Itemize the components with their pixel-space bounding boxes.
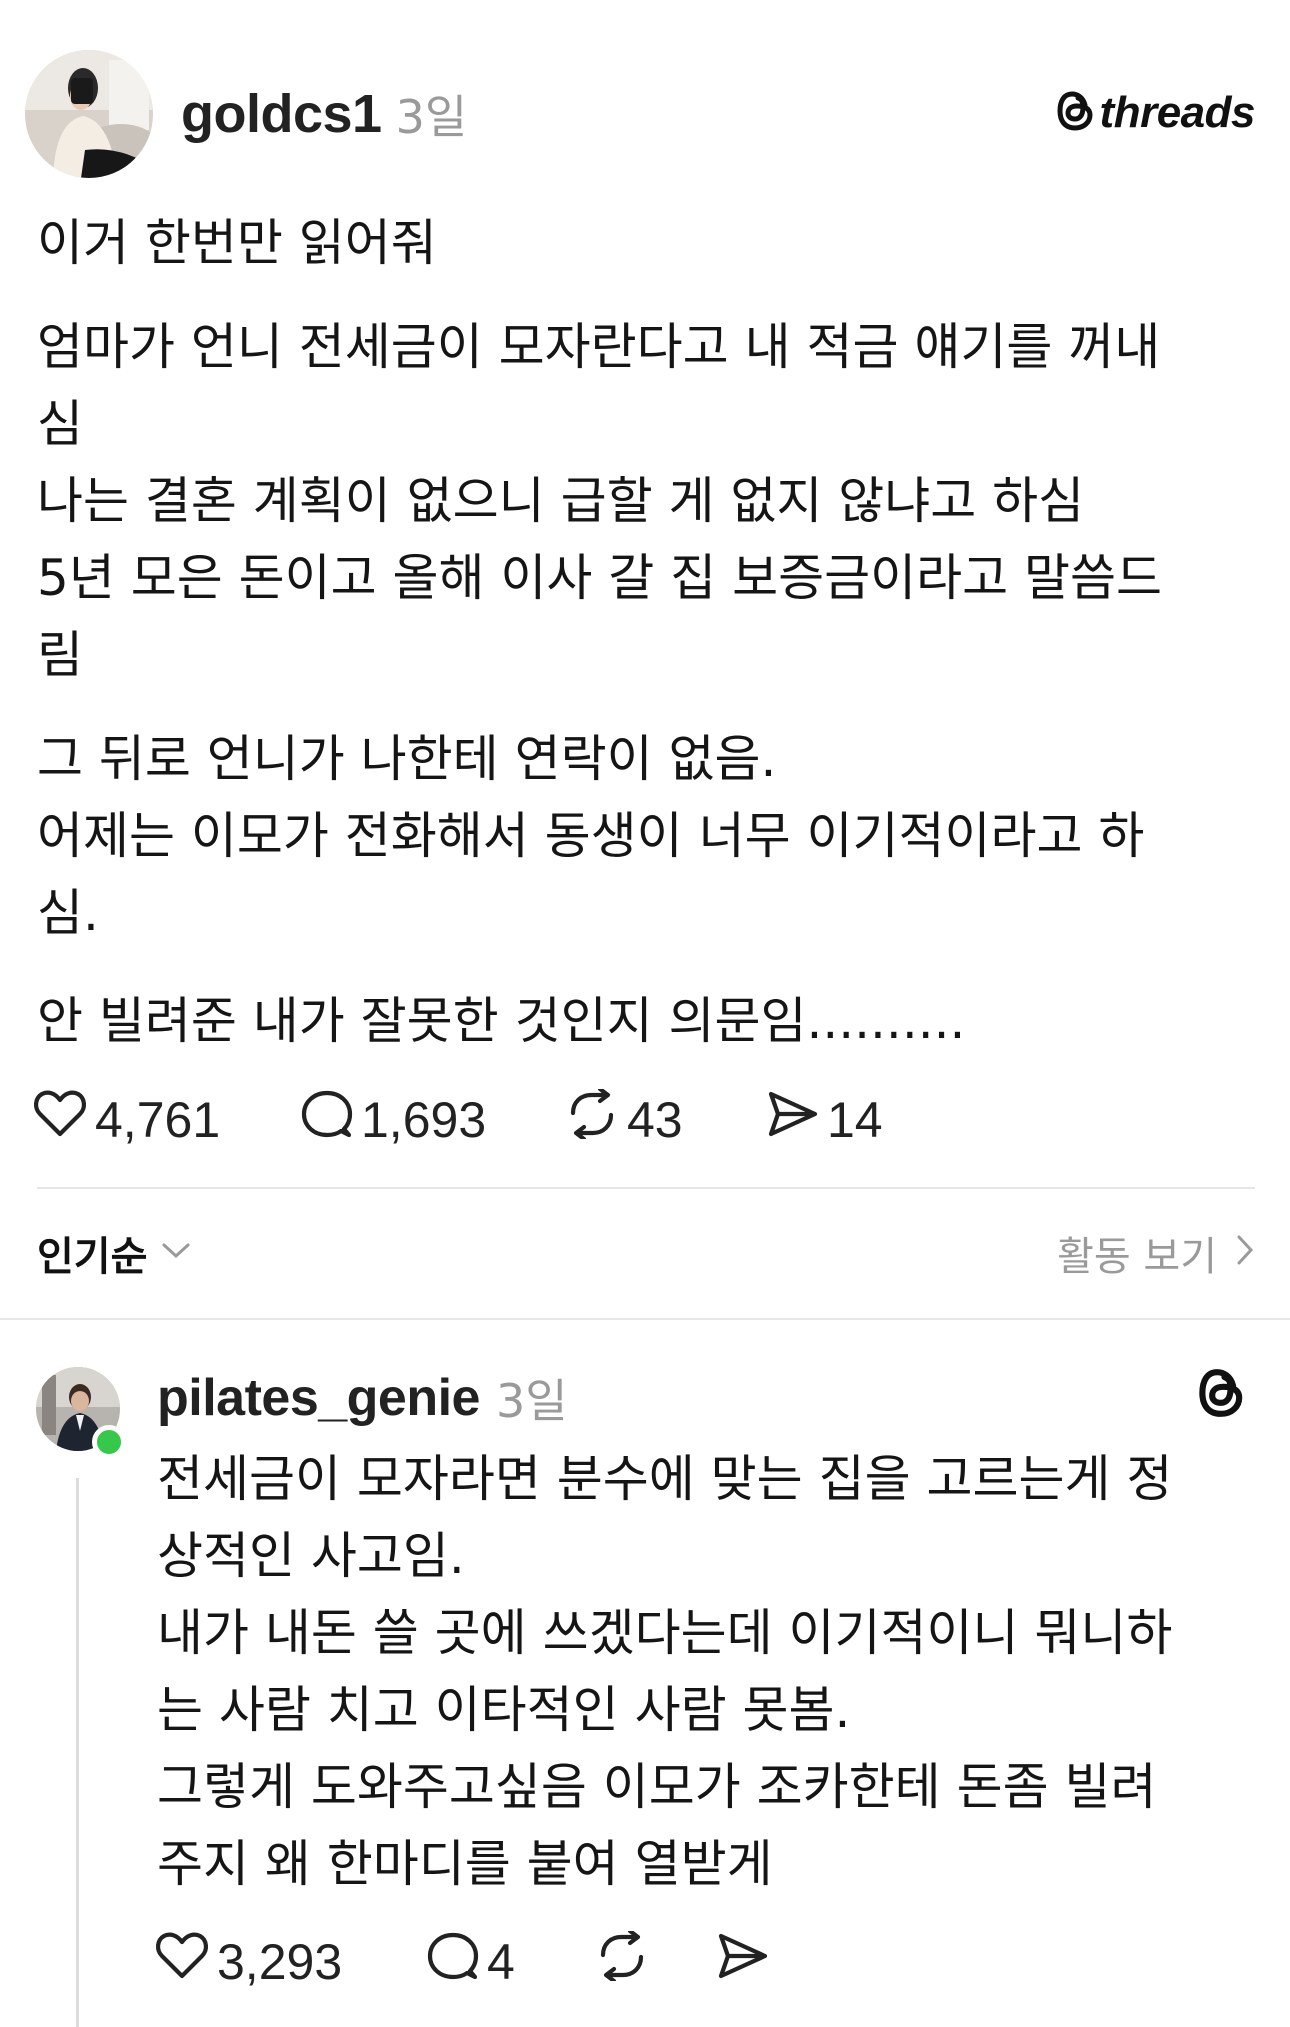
reply-repost-button[interactable] [595, 1928, 715, 1993]
reply-stats: 3,293 4 [155, 1924, 777, 2000]
share-count: 14 [827, 1092, 883, 1148]
comment-count: 1,693 [361, 1092, 487, 1148]
view-activity-link[interactable]: 활동 보기 [1057, 1220, 1255, 1286]
reply-username[interactable]: pilates_genie [157, 1368, 480, 1428]
send-icon [715, 1931, 777, 1993]
thread-line [76, 1478, 79, 2027]
post-paragraph-4: 안 빌려준 내가 잘못한 것인지 의문임.......... [37, 992, 966, 1050]
section-divider [0, 1318, 1290, 1320]
post-stats: 4,761 1,693 43 14 [33, 1082, 883, 1158]
reply-comment-button[interactable]: 4 [425, 1931, 595, 1993]
repost-count: 43 [627, 1092, 683, 1148]
reply-time: 3일 [495, 1374, 568, 1428]
reply-like-count: 3,293 [217, 1934, 343, 1990]
chevron-down-icon [161, 1241, 191, 1265]
reply-text: 전세금이 모자라면 분수에 맞는 집을 고르는게 정 상적인 사고임. 내가 내… [157, 1450, 1173, 1893]
divider [37, 1187, 1255, 1189]
send-icon [765, 1089, 827, 1151]
post-header: goldcs1 3일 threads [25, 50, 1256, 178]
sort-row: 인기순 활동 보기 [37, 1220, 1255, 1286]
author-avatar[interactable] [25, 50, 153, 178]
reply-header: pilates_genie 3일 [157, 1360, 568, 1436]
comment-icon [425, 1931, 487, 1993]
online-status-indicator [92, 1425, 126, 1459]
threads-wordmark: threads [1099, 88, 1256, 137]
threads-logo-icon [1056, 89, 1096, 137]
threads-brand: threads [1056, 88, 1256, 138]
author-username[interactable]: goldcs1 [181, 83, 382, 145]
post-time: 3일 [395, 90, 468, 144]
share-button[interactable]: 14 [765, 1089, 883, 1151]
sort-label: 인기순 [37, 1234, 148, 1280]
like-button[interactable]: 4,761 [33, 1089, 299, 1151]
comment-button[interactable]: 1,693 [299, 1089, 565, 1151]
repost-icon [565, 1086, 627, 1151]
repost-button[interactable]: 43 [565, 1086, 765, 1151]
reply-comment-count: 4 [487, 1934, 515, 1990]
reply-share-button[interactable] [715, 1931, 777, 1993]
chevron-right-icon [1235, 1230, 1255, 1276]
like-count: 4,761 [95, 1092, 221, 1148]
sort-dropdown[interactable]: 인기순 [37, 1224, 191, 1282]
threads-logo-icon [1197, 1366, 1247, 1424]
post-paragraph-2: 엄마가 언니 전세금이 모자란다고 내 적금 얘기를 꺼내 심 나는 결혼 계획… [37, 318, 1162, 684]
post-paragraph-3: 그 뒤로 언니가 나한테 연락이 없음. 어제는 이모가 전화해서 동생이 너무… [37, 730, 1145, 942]
heart-icon [33, 1089, 95, 1151]
repost-icon [595, 1928, 657, 1993]
reply-like-button[interactable]: 3,293 [155, 1931, 425, 1993]
post-paragraph-1: 이거 한번만 읽어줘 [37, 214, 437, 272]
heart-icon [155, 1931, 217, 1993]
comment-icon [299, 1089, 361, 1151]
activity-label: 활동 보기 [1057, 1234, 1217, 1280]
